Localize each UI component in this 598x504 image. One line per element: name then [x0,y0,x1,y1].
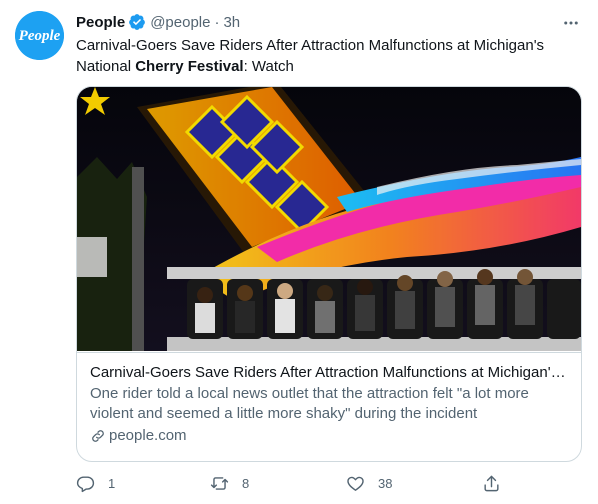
reply-icon [76,475,95,492]
hashtag-like-bold: Cherry Festival [135,58,244,75]
people-logo: People [15,11,64,60]
card-domain-text: people.com [109,427,187,444]
retweet-count: 8 [242,475,250,491]
avatar[interactable]: People [15,11,64,60]
more-button[interactable] [558,10,584,36]
share-icon [484,475,499,491]
card-title: Carnival-Goers Save Riders After Attract… [90,364,568,381]
tweet-text-end: : Watch [243,58,294,75]
carnival-ride-photo [77,87,581,351]
retweet-button[interactable]: 8 [210,470,249,496]
tweet[interactable]: People People @people · 3h Carnival-Goer… [0,0,598,504]
tweet-header: People @people · 3h [76,11,240,33]
like-button[interactable]: 38 [346,470,392,496]
card-image[interactable] [77,87,581,351]
tweet-text: Carnival-Goers Save Riders After Attract… [76,35,576,77]
like-count: 38 [378,475,393,491]
link-icon [92,430,104,442]
timestamp[interactable]: 3h [223,14,240,31]
more-horizontal-icon [564,21,578,25]
handle[interactable]: @people [150,14,210,31]
display-name[interactable]: People [76,14,125,31]
link-card[interactable]: Carnival-Goers Save Riders After Attract… [76,86,582,462]
card-description: One rider told a local news outlet that … [90,385,529,422]
card-body[interactable]: Carnival-Goers Save Riders After Attract… [77,352,581,461]
heart-icon [347,476,364,491]
separator-dot: · [214,13,220,31]
tweet-actions: 1 8 38 [76,470,506,496]
card-domain: people.com [90,426,568,446]
verified-badge-icon [128,13,146,31]
reply-count: 1 [108,475,116,491]
share-button[interactable] [482,470,501,496]
retweet-icon [210,476,229,490]
svg-text:People: People [19,28,61,44]
reply-button[interactable]: 1 [76,470,115,496]
